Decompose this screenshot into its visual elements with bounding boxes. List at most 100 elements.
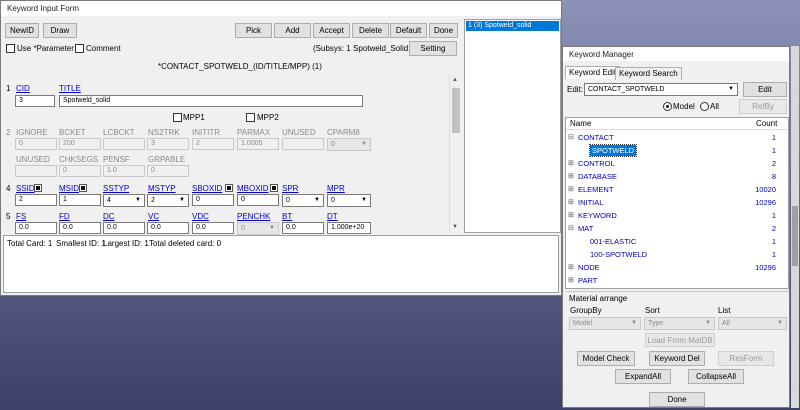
keyword-manager-titlebar[interactable]: Keyword Manager	[563, 47, 789, 61]
title-label[interactable]: TITLE	[59, 84, 81, 93]
load-from-matdb-button[interactable]: Load From MatDB	[645, 333, 715, 347]
ssid-field[interactable]: 2	[15, 194, 57, 206]
keyword-manager-scrollbar-thumb[interactable]	[792, 206, 798, 266]
sstyp-label[interactable]: SSTYP	[103, 184, 129, 193]
newid-button[interactable]: NewID	[5, 23, 39, 38]
model-radio[interactable]	[663, 102, 672, 111]
refby-button[interactable]: RefBy	[739, 99, 787, 114]
mpp2-checkbox[interactable]	[246, 113, 255, 122]
tree-row[interactable]: ⊞ DATABASE 8	[566, 170, 788, 183]
expand-icon[interactable]: ⊞	[568, 196, 574, 209]
fs-field[interactable]: 0.0	[15, 222, 57, 234]
mboxid-field[interactable]: 0	[237, 194, 279, 206]
keyword-tree[interactable]: Name Count ⊟ CONTACT 1 SPOTWELD 1 ⊞ CONTROL 2 ⊞ D…	[565, 117, 789, 289]
draw-button[interactable]: Draw	[43, 23, 77, 38]
collapse-all-button[interactable]: CollapseAll	[688, 369, 744, 384]
id-list-item[interactable]: 1 (3) Spotweld_solid	[466, 21, 559, 31]
tree-row[interactable]: ⊞ ELEMENT 10020	[566, 183, 788, 196]
pick-button[interactable]: Pick	[235, 23, 272, 38]
name-column-header[interactable]: Name	[570, 119, 591, 128]
mpp1-checkbox[interactable]	[173, 113, 182, 122]
vdc-field[interactable]: 0.0	[192, 222, 234, 234]
tree-row[interactable]: ⊟ MAT 2	[566, 222, 788, 235]
mpr-select[interactable]: 0 ▼	[327, 194, 371, 207]
spr-select[interactable]: 0 ▼	[282, 194, 324, 207]
tab-keyword-edit[interactable]: Keyword Edit	[565, 66, 621, 79]
groupby-select[interactable]: Model ▼	[569, 317, 641, 330]
expand-icon[interactable]: ⊞	[568, 183, 574, 196]
cid-field[interactable]: 3	[15, 95, 55, 107]
keyword-manager-scrollbar[interactable]	[791, 46, 799, 408]
delete-button[interactable]: Delete	[352, 23, 389, 38]
dc-label[interactable]: DC	[103, 212, 115, 221]
title-field[interactable]: Spotweld_solid	[59, 95, 363, 107]
scrollbar-thumb[interactable]	[452, 88, 460, 133]
collapse-icon[interactable]: ⊟	[568, 222, 574, 235]
edit-keyword-select[interactable]: CONTACT_SPOTWELD ▼	[584, 83, 738, 96]
model-check-button[interactable]: Model Check	[577, 351, 635, 366]
tree-row[interactable]: SPOTWELD 1	[566, 144, 788, 157]
msid-label[interactable]: MSID	[59, 184, 79, 193]
keyword-del-button[interactable]: Keyword Del	[649, 351, 705, 366]
collapse-icon[interactable]: ⊟	[568, 131, 574, 144]
tab-keyword-search[interactable]: Keyword Search	[615, 67, 682, 80]
ssid-label[interactable]: SSID	[16, 184, 35, 193]
expand-all-button[interactable]: ExpandAll	[615, 369, 671, 384]
card-area-scrollbar[interactable]: ▲ ▼	[449, 76, 461, 234]
sboxid-pick-icon[interactable]	[225, 184, 233, 192]
mboxid-label[interactable]: MBOXID	[237, 184, 269, 193]
sstyp-select[interactable]: 4 ▼	[103, 194, 145, 207]
expand-icon[interactable]: ⊞	[568, 209, 574, 222]
expand-icon[interactable]: ⊞	[568, 157, 574, 170]
all-radio[interactable]	[700, 102, 709, 111]
vdc-label[interactable]: VDC	[192, 212, 209, 221]
tree-row[interactable]: ⊞ NODE 10296	[566, 261, 788, 274]
count-column-header[interactable]: Count	[756, 119, 777, 128]
dt-field[interactable]: 1.000e+20	[327, 222, 371, 234]
scrollbar-up-icon[interactable]: ▲	[452, 77, 458, 83]
vc-label[interactable]: VC	[148, 212, 159, 221]
ssid-pick-icon[interactable]	[34, 184, 42, 192]
tree-row[interactable]: ⊞ CONTROL 2	[566, 157, 788, 170]
default-button[interactable]: Default	[390, 23, 427, 38]
mpr-label[interactable]: MPR	[327, 184, 345, 193]
msid-field[interactable]: 1	[59, 194, 101, 206]
spr-label[interactable]: SPR	[282, 184, 298, 193]
done-button[interactable]: Done	[429, 23, 458, 38]
fs-label[interactable]: FS	[16, 212, 26, 221]
tree-row[interactable]: 001-ELASTIC 1	[566, 235, 788, 248]
expand-icon[interactable]: ⊞	[568, 261, 574, 274]
input-form-titlebar[interactable]: Keyword Input Form	[1, 1, 561, 16]
penchk-label[interactable]: PENCHK	[237, 212, 270, 221]
tree-row[interactable]: ⊞ KEYWORD 1	[566, 209, 788, 222]
scrollbar-down-icon[interactable]: ▼	[452, 224, 458, 230]
mstyp-select[interactable]: 2 ▼	[147, 194, 189, 207]
sboxid-field[interactable]: 0	[192, 194, 234, 206]
resform-button[interactable]: ResForm	[718, 351, 774, 366]
add-button[interactable]: Add	[274, 23, 311, 38]
bt-field[interactable]: 0.0	[282, 222, 324, 234]
penchk-select[interactable]: 0 ▼	[237, 222, 279, 235]
fd-label[interactable]: FD	[59, 212, 70, 221]
tree-row[interactable]: ⊞ PART	[566, 274, 788, 287]
mstyp-label[interactable]: MSTYP	[148, 184, 176, 193]
dt-label[interactable]: DT	[327, 212, 338, 221]
comment-checkbox[interactable]	[75, 44, 84, 53]
expand-icon[interactable]: ⊞	[568, 274, 574, 287]
sboxid-label[interactable]: SBOXID	[192, 184, 222, 193]
tree-row[interactable]: ⊞ INITIAL 10296	[566, 196, 788, 209]
msid-pick-icon[interactable]	[79, 184, 87, 192]
use-parameter-checkbox[interactable]	[6, 44, 15, 53]
list-select[interactable]: All ▼	[718, 317, 787, 330]
tree-row[interactable]: 100-SPOTWELD 1	[566, 248, 788, 261]
sort-select[interactable]: Type ▼	[644, 317, 715, 330]
edit-button[interactable]: Edit	[743, 82, 787, 97]
cid-label[interactable]: CID	[16, 84, 30, 93]
vc-field[interactable]: 0.0	[147, 222, 189, 234]
accept-button[interactable]: Accept	[313, 23, 350, 38]
setting-button[interactable]: Setting	[409, 41, 457, 56]
dc-field[interactable]: 0.0	[103, 222, 145, 234]
keyword-manager-done-button[interactable]: Done	[649, 392, 705, 407]
expand-icon[interactable]: ⊞	[568, 170, 574, 183]
bt-label[interactable]: BT	[282, 212, 292, 221]
